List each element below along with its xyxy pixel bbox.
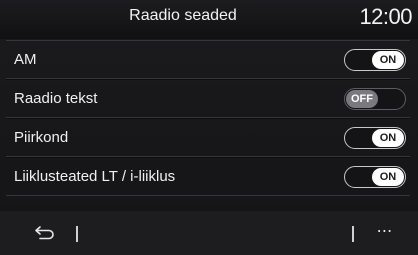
more-options-button[interactable]: ⋯ — [372, 221, 398, 245]
footer-divider — [76, 226, 78, 242]
header-bar: Raadio seaded 12:00 — [0, 0, 418, 39]
setting-label: Liiklusteated LT / i-liiklus — [14, 168, 176, 185]
back-button[interactable] — [28, 219, 62, 247]
toggle-state: ON — [372, 129, 404, 147]
am-toggle[interactable]: ON — [344, 49, 406, 71]
setting-label: AM — [14, 51, 37, 68]
toggle-state: ON — [372, 168, 404, 186]
clock: 12:00 — [359, 4, 412, 29]
setting-row-radio-text[interactable]: Raadio tekst OFF — [6, 79, 410, 118]
toggle-state: ON — [372, 51, 404, 69]
setting-label: Raadio tekst — [14, 90, 98, 107]
setting-label: Piirkond — [14, 129, 69, 146]
setting-row-traffic-info[interactable]: Liiklusteated LT / i-liiklus ON — [6, 157, 410, 196]
radio-text-toggle[interactable]: OFF — [344, 88, 406, 110]
setting-row-region[interactable]: Piirkond ON — [6, 118, 410, 157]
traffic-info-toggle[interactable]: ON — [344, 166, 406, 188]
page-title: Raadio seaded — [129, 7, 237, 24]
footer-divider — [352, 226, 354, 242]
footer-bar: ⋯ — [0, 211, 418, 255]
region-toggle[interactable]: ON — [344, 127, 406, 149]
setting-row-am[interactable]: AM ON — [6, 40, 410, 79]
toggle-state: OFF — [346, 90, 378, 108]
radio-settings-screen: Raadio seaded 12:00 AM ON Raadio tekst O… — [0, 0, 418, 255]
back-arrow-icon — [35, 226, 54, 240]
